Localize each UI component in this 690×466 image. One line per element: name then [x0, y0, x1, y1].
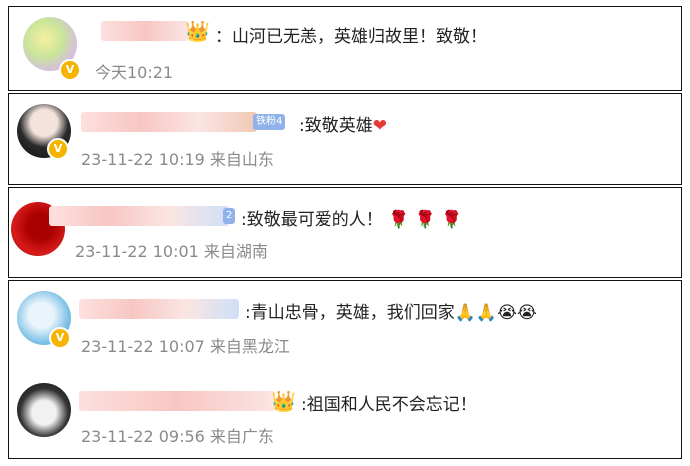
comment-text: :青山忠骨，英雄，我们回家🙏🙏😭😭 — [245, 298, 537, 323]
comment-card: V :青山忠骨，英雄，我们回家🙏🙏😭😭 23-11-22 10:07 来自黑龙江… — [8, 280, 682, 459]
comment-location: 来自黑龙江 — [209, 337, 290, 356]
comment-time-value: 23-11-22 10:07 — [81, 337, 205, 356]
avatar[interactable] — [17, 383, 71, 437]
blurred-username — [81, 112, 257, 132]
verified-badge-icon: V — [59, 59, 81, 81]
comment-time-value: 23-11-22 10:19 — [81, 150, 205, 169]
crying-face-icon: 😭😭 — [497, 303, 537, 323]
fan-badge: 2 — [223, 208, 236, 224]
pray-hands-icon: 🙏🙏 — [454, 303, 498, 323]
comment-text-body: :致敬英雄 — [299, 116, 373, 136]
comment-text-body: :青山忠骨，英雄，我们回家 — [245, 303, 455, 323]
comment-text: ：山河已无恙，英雄归故里！致敬！ — [215, 27, 487, 47]
comment-time: 今天10:21 — [95, 63, 174, 82]
crown-icon: 👑 — [185, 19, 210, 43]
comment-text: :致敬最可爱的人！ 🌹 🌹 🌹 — [241, 205, 462, 230]
comment-location: 来自湖南 — [203, 242, 268, 261]
blurred-username — [49, 206, 229, 226]
blurred-username — [79, 299, 239, 319]
comment-location: 来自广东 — [209, 427, 274, 446]
rose-icon: 🌹 — [414, 210, 436, 230]
blurred-username — [101, 21, 189, 41]
comment-text-body: :致敬最可爱的人！ — [241, 210, 383, 230]
fan-badge: 铁粉4 — [253, 114, 286, 130]
verified-badge-icon: V — [49, 327, 71, 349]
red-heart-icon: ❤ — [372, 116, 387, 136]
comment-location: 来自山东 — [209, 150, 274, 169]
comment-text: :致敬英雄❤ — [299, 111, 387, 136]
comment-time: 23-11-22 09:56 来自广东 — [81, 423, 274, 447]
comment-time: 23-11-22 10:01 来自湖南 — [75, 238, 268, 262]
comment-time: 23-11-22 10:19 来自山东 — [81, 146, 274, 170]
rose-icon: 🌹 — [388, 210, 410, 230]
blurred-username — [79, 391, 275, 411]
verified-badge-icon: V — [47, 138, 69, 160]
comment-card: 2 :致敬最可爱的人！ 🌹 🌹 🌹 23-11-22 10:01 来自湖南 — [8, 187, 682, 278]
rose-icon: 🌹 — [441, 210, 463, 230]
crown-icon: 👑 — [271, 389, 296, 413]
comment-card: V 铁粉4 :致敬英雄❤ 23-11-22 10:19 来自山东 — [8, 93, 682, 185]
comment-text: :祖国和人民不会忘记！ — [301, 395, 477, 415]
comment-time: 23-11-22 10:07 来自黑龙江 — [81, 333, 290, 357]
comment-time-value: 23-11-22 10:01 — [75, 242, 199, 261]
comment-card: V 👑 ：山河已无恙，英雄归故里！致敬！ 今天10:21 — [8, 6, 682, 91]
comment-time-value: 23-11-22 09:56 — [81, 427, 205, 446]
